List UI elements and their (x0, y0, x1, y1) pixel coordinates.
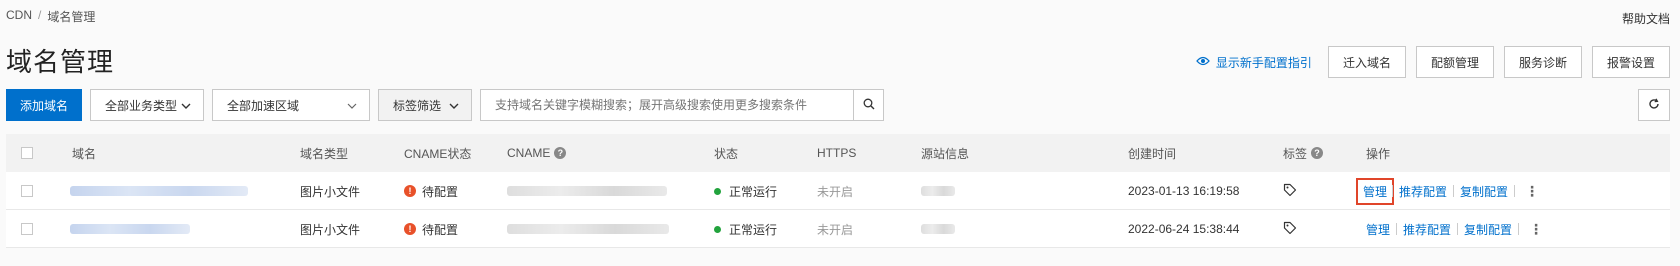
cname-status-text: 待配置 (422, 184, 459, 199)
search-button[interactable] (853, 90, 883, 120)
help-docs-link[interactable]: 帮助文档 (1622, 10, 1670, 27)
chevron-down-icon (449, 98, 459, 112)
table-row: 图片小文件 ! 待配置 正常运行 未开启 2022-06-24 15:38:44… (6, 210, 1670, 248)
breadcrumb: CDN / 域名管理 (6, 8, 95, 25)
col-cname: CNAME ? (507, 134, 567, 172)
business-type-select[interactable]: 全部业务类型 (90, 89, 205, 121)
col-domain: 域名 (72, 146, 97, 161)
chevron-down-icon (347, 98, 357, 112)
copy-config-link[interactable]: 复制配置 (1454, 183, 1514, 200)
table-header: 域名 域名类型 CNAME状态 CNAME ? 状态 HTTPS 源站信息 创建… (6, 134, 1670, 172)
status-cell: 正常运行 (714, 210, 777, 248)
cname-redacted (507, 224, 669, 234)
refresh-icon (1648, 97, 1660, 113)
status-text: 正常运行 (729, 222, 778, 237)
import-domain-button[interactable]: 迁入域名 (1327, 46, 1406, 78)
row-checkbox[interactable] (21, 223, 33, 235)
warning-icon: ! (404, 223, 416, 235)
warning-icon: ! (404, 185, 416, 197)
domain-cell[interactable] (70, 210, 190, 248)
cname-cell (507, 172, 667, 210)
running-status-dot (714, 187, 721, 195)
cname-cell (507, 210, 669, 248)
https-cell: 未开启 (817, 184, 854, 199)
region-value: 全部加速区域 (227, 98, 300, 113)
cname-status-text: 待配置 (422, 222, 459, 237)
row-checkbox[interactable] (21, 185, 33, 197)
tags-cell[interactable] (1283, 172, 1297, 210)
origin-redacted (921, 186, 955, 196)
col-https: HTTPS (817, 146, 857, 160)
tag-filter-label: 标签筛选 (393, 98, 442, 113)
row-select-cell (21, 210, 33, 248)
breadcrumb-cdn[interactable]: CDN (6, 8, 32, 25)
recommend-config-link[interactable]: 推荐配置 (1397, 221, 1457, 238)
domain-search (480, 89, 885, 121)
col-cname-status: CNAME状态 (404, 146, 472, 161)
status-text: 正常运行 (729, 184, 778, 199)
cname-status-cell: ! 待配置 (404, 172, 458, 210)
status-cell: 正常运行 (714, 172, 777, 210)
manage-link[interactable]: 管理 (1355, 177, 1395, 205)
alarm-settings-button[interactable]: 报警设置 (1591, 46, 1670, 78)
col-created: 创建时间 (1128, 146, 1177, 161)
actions-cell: 管理 推荐配置 复制配置 ⋮ (1360, 210, 1552, 248)
col-origin: 源站信息 (921, 146, 970, 161)
cname-redacted (507, 186, 667, 196)
breadcrumb-separator: / (38, 8, 42, 22)
breadcrumb-current: 域名管理 (47, 10, 96, 24)
quota-management-button[interactable]: 配额管理 (1415, 46, 1494, 78)
tags-cell[interactable] (1283, 210, 1297, 248)
select-all-checkbox[interactable] (21, 147, 33, 159)
domain-name-redacted[interactable] (70, 224, 190, 234)
origin-redacted (921, 224, 955, 234)
col-type: 域名类型 (300, 146, 349, 161)
created-cell: 2023-01-13 16:19:58 (1128, 184, 1240, 198)
created-cell: 2022-06-24 15:38:44 (1128, 222, 1240, 236)
manage-link[interactable]: 管理 (1360, 221, 1396, 238)
recommend-config-link[interactable]: 推荐配置 (1393, 183, 1453, 200)
tag-icon[interactable] (1283, 221, 1297, 238)
add-domain-button[interactable]: 添加域名 (6, 89, 83, 121)
origin-cell (921, 210, 955, 248)
search-icon (863, 98, 875, 113)
question-icon[interactable]: ? (1311, 147, 1324, 159)
table-row: 图片小文件 ! 待配置 正常运行 未开启 2023-01-13 16:19:58… (6, 172, 1670, 210)
col-actions: 操作 (1366, 146, 1391, 161)
page-title: 域名管理 (6, 47, 115, 77)
cname-status-cell: ! 待配置 (404, 210, 458, 248)
question-icon[interactable]: ? (554, 147, 567, 159)
type-cell: 图片小文件 (300, 184, 361, 199)
more-icon[interactable]: ⋮ (1515, 183, 1548, 200)
https-cell: 未开启 (817, 222, 854, 237)
running-status-dot (714, 225, 721, 233)
guide-label: 显示新手配置指引 (1215, 55, 1312, 70)
col-tags: 标签 ? (1283, 134, 1324, 172)
col-cname-label: CNAME (507, 146, 551, 160)
origin-cell (921, 172, 955, 210)
col-tags-label: 标签 (1283, 146, 1308, 161)
domain-cell[interactable] (70, 172, 248, 210)
type-cell: 图片小文件 (300, 222, 361, 237)
col-status: 状态 (714, 146, 739, 161)
service-diagnosis-button[interactable]: 服务诊断 (1503, 46, 1582, 78)
region-select[interactable]: 全部加速区域 (212, 89, 371, 121)
chevron-down-icon (181, 98, 191, 112)
show-guide-link[interactable]: 显示新手配置指引 (1196, 54, 1312, 71)
search-input[interactable] (481, 90, 854, 120)
top-actions: 显示新手配置指引 迁入域名 配额管理 服务诊断 报警设置 (1196, 46, 1670, 78)
toolbar: 添加域名 全部业务类型 全部加速区域 标签筛选 (6, 89, 885, 121)
select-all-cell (21, 134, 33, 172)
actions-cell: 管理 推荐配置 复制配置 ⋮ (1355, 172, 1548, 210)
domain-table: 域名 域名类型 CNAME状态 CNAME ? 状态 HTTPS 源站信息 创建… (6, 134, 1670, 248)
refresh-button[interactable] (1638, 89, 1670, 121)
row-select-cell (21, 172, 33, 210)
tag-icon[interactable] (1283, 183, 1297, 200)
domain-name-redacted[interactable] (70, 186, 248, 196)
copy-config-link[interactable]: 复制配置 (1458, 221, 1518, 238)
tag-filter-button[interactable]: 标签筛选 (378, 89, 473, 121)
more-icon[interactable]: ⋮ (1519, 221, 1552, 238)
eye-icon (1196, 55, 1210, 69)
business-type-value: 全部业务类型 (105, 98, 178, 113)
